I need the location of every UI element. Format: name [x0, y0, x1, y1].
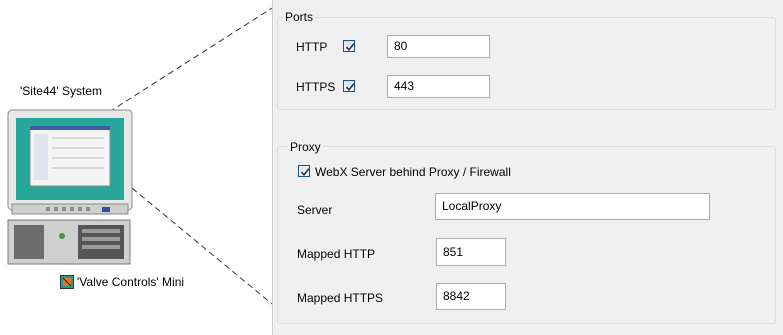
system-illustration: 'Site44' System 'Valve Controls' Mini [0, 0, 272, 335]
mapped-https-input[interactable]: 8842 [436, 283, 506, 310]
http-port-input[interactable]: 80 [387, 35, 490, 58]
computer-icon [7, 109, 133, 265]
checkmark-icon [345, 83, 355, 92]
https-port-input[interactable]: 443 [387, 75, 490, 98]
server-input[interactable]: LocalProxy [435, 193, 710, 220]
http-label: HTTP [296, 40, 328, 54]
settings-panel: Ports HTTP 80 HTTPS 443 Proxy WebX Serve… [272, 0, 783, 335]
mapped-http-label: Mapped HTTP [297, 247, 376, 261]
ports-group [277, 17, 776, 110]
mapped-http-input[interactable]: 851 [436, 238, 506, 266]
valve-controls-icon [60, 275, 74, 289]
ports-group-title: Ports [283, 10, 316, 24]
proxy-firewall-checkbox[interactable] [298, 165, 310, 177]
proxy-group-title: Proxy [288, 140, 323, 154]
http-checkbox[interactable] [343, 40, 355, 52]
checkmark-icon [300, 168, 310, 177]
server-label: Server [297, 203, 333, 217]
proxy-firewall-label[interactable]: WebX Server behind Proxy / Firewall [315, 165, 511, 179]
system-label: 'Site44' System [20, 84, 102, 98]
checkmark-icon [345, 43, 355, 52]
https-checkbox[interactable] [343, 80, 355, 92]
https-label: HTTPS [296, 80, 336, 94]
mapped-https-label: Mapped HTTPS [297, 291, 384, 305]
mini-controller-label: 'Valve Controls' Mini [60, 275, 219, 289]
